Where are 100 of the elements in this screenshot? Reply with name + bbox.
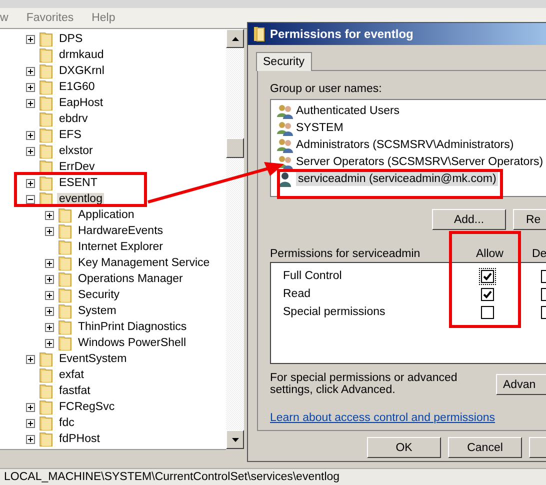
list-button[interactable]: Add... [432, 209, 506, 230]
tree-item[interactable]: DPS [57, 33, 85, 45]
advanced-button[interactable]: Advan [496, 374, 546, 395]
folder-icon [39, 47, 53, 63]
folder-icon [39, 383, 53, 399]
expand-icon[interactable] [26, 130, 35, 140]
expand-icon[interactable] [26, 66, 35, 76]
permissions-label: Permissions for serviceadmin [270, 248, 422, 260]
tree-item[interactable]: EFS [57, 129, 84, 141]
dialog-button[interactable]: OK [367, 437, 441, 458]
tree-item[interactable]: Internet Explorer [76, 241, 166, 253]
folder-icon [58, 319, 72, 335]
tree-item[interactable]: ESENT [57, 177, 100, 189]
menu-item[interactable]: w [0, 12, 8, 24]
expand-icon[interactable] [45, 210, 54, 220]
expand-icon[interactable] [45, 258, 54, 268]
user-list-item[interactable]: Authenticated Users [296, 104, 400, 116]
folder-icon [39, 143, 53, 159]
tab[interactable]: Security [256, 52, 312, 71]
folder-icon [58, 255, 72, 271]
tree-item[interactable]: eventlog [57, 193, 104, 205]
expand-icon[interactable] [26, 34, 35, 44]
users-icon [277, 102, 293, 118]
dialog-title: Permissions for eventlog [270, 27, 414, 41]
users-label: Group or user names: [270, 83, 383, 95]
scrollbar[interactable] [226, 29, 244, 449]
folder-icon [253, 26, 265, 42]
tree-item[interactable]: ebdrv [57, 113, 90, 125]
tree-item[interactable]: fastfat [57, 385, 92, 397]
column-header: Allow [476, 248, 504, 260]
tree-item[interactable]: Windows PowerShell [76, 337, 188, 349]
folder-icon [58, 207, 72, 223]
user-icon [277, 170, 293, 186]
folder-icon [39, 415, 53, 431]
tree-item[interactable]: fdPHost [57, 433, 102, 445]
expand-icon[interactable] [26, 82, 35, 92]
help-link[interactable]: Learn about access control and permissions [270, 412, 546, 424]
tree-item[interactable]: Application [76, 209, 136, 221]
folder-icon [58, 223, 72, 239]
expand-icon[interactable] [26, 418, 35, 428]
tree-item[interactable]: HardwareEvents [76, 225, 166, 237]
tree-item[interactable]: elxstor [57, 145, 95, 157]
tree-item[interactable]: drmkaud [57, 49, 106, 61]
expand-icon[interactable] [45, 226, 54, 236]
expand-icon[interactable] [45, 322, 54, 332]
folder-icon [39, 31, 53, 47]
expand-icon[interactable] [26, 354, 35, 364]
folder-icon [39, 111, 53, 127]
users-icon [277, 120, 293, 136]
user-list[interactable]: Authenticated Users SYSTEM Administrators (SCSMSRV\Administrators) Server Operators (SCSMSRV\Server Operators) serviceadmin (serviceadmin@mk.com) [270, 99, 546, 197]
tree-item[interactable]: DXGKrnl [57, 65, 106, 77]
scroll-thumb[interactable] [226, 138, 244, 158]
expand-icon[interactable] [26, 178, 35, 188]
list-button[interactable]: Re [513, 209, 546, 230]
tree-item[interactable]: fdc [57, 417, 76, 429]
tree-item[interactable]: E1G60 [57, 81, 97, 93]
permission-name: Special permissions [282, 306, 386, 318]
expand-icon[interactable] [26, 434, 35, 444]
tree-item[interactable]: Operations Manager [76, 273, 185, 285]
user-list-item[interactable]: Administrators (SCSMSRV\Administrators) [296, 138, 514, 150]
folder-icon [39, 431, 53, 447]
column-header: De [532, 248, 546, 260]
user-list-item[interactable]: serviceadmin (serviceadmin@mk.com) [296, 172, 498, 186]
menu-item[interactable]: Favorites [26, 12, 74, 24]
checkbox[interactable] [481, 288, 494, 300]
folder-icon [58, 335, 72, 351]
tree-item[interactable]: System [76, 305, 118, 317]
scroll-down-icon[interactable] [226, 430, 244, 449]
tree-item[interactable]: Security [76, 289, 122, 301]
folder-icon [39, 95, 53, 111]
folder-icon [39, 367, 53, 383]
tree-item[interactable]: FCRegSvc [57, 401, 117, 413]
dialog-button[interactable]: Cancel [448, 437, 522, 458]
menu-item[interactable]: Help [92, 12, 116, 24]
expand-icon[interactable] [45, 274, 54, 284]
checkbox[interactable] [481, 270, 494, 282]
collapse-icon[interactable] [26, 194, 35, 204]
tree-item[interactable]: exfat [57, 369, 86, 381]
expand-icon[interactable] [45, 306, 54, 316]
scroll-up-icon[interactable] [226, 29, 244, 48]
expand-icon[interactable] [45, 290, 54, 300]
permission-name: Read [282, 288, 312, 300]
advanced-hint: For special permissions or advanced settings, click Advanced. [270, 372, 458, 396]
expand-icon[interactable] [26, 146, 35, 156]
expand-icon[interactable] [26, 98, 35, 108]
expand-icon[interactable] [45, 338, 54, 348]
tree-item[interactable]: Key Management Service [76, 257, 212, 269]
users-icon [277, 136, 293, 152]
tree-item[interactable]: ErrDev [57, 161, 97, 173]
tree-item[interactable]: ThinPrint Diagnostics [76, 321, 189, 333]
folder-icon [39, 175, 53, 191]
folder-icon [39, 351, 53, 367]
tree-item[interactable]: EapHost [57, 97, 106, 109]
tree-item[interactable]: EventSystem [57, 353, 129, 365]
user-list-item[interactable]: Server Operators (SCSMSRV\Server Operators) [296, 156, 544, 168]
checkbox[interactable] [481, 306, 494, 318]
expand-icon[interactable] [26, 402, 35, 412]
user-list-item[interactable]: SYSTEM [296, 122, 344, 134]
folder-icon [39, 63, 53, 79]
folder-icon [39, 79, 53, 95]
